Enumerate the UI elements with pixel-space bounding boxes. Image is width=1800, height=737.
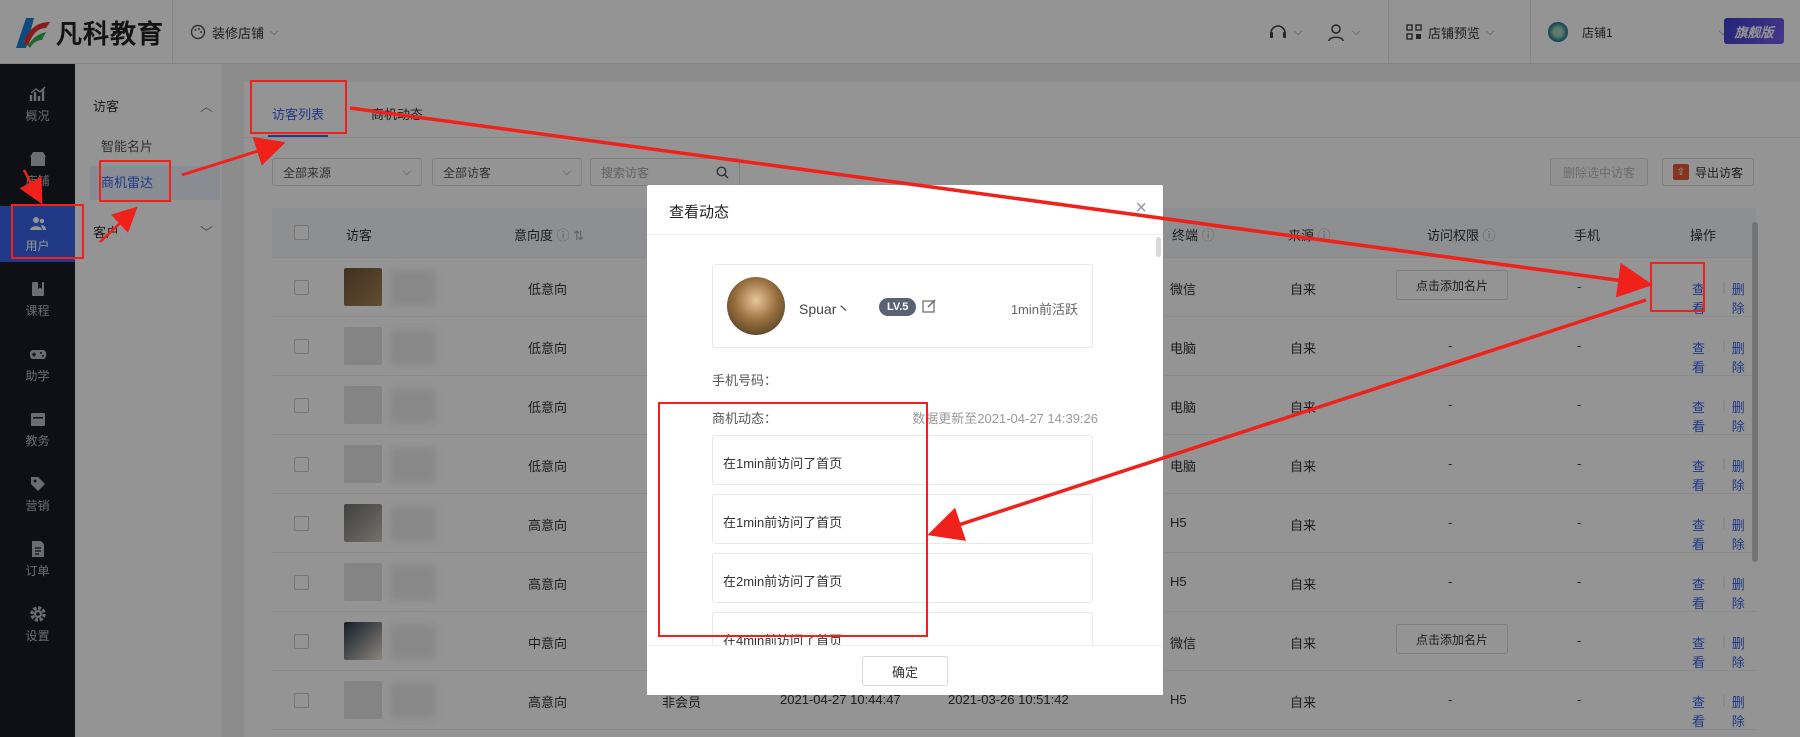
annotation-box-business-radar — [99, 160, 171, 202]
visitor-avatar — [727, 277, 785, 335]
edit-icon[interactable] — [921, 298, 937, 314]
annotation-box-view-link — [1650, 262, 1705, 312]
visitor-name: Spuar丶 — [799, 301, 851, 317]
phone-label: 手机号码： — [712, 373, 778, 388]
close-icon[interactable]: × — [1135, 197, 1147, 220]
level-badge: LV.5 — [879, 298, 917, 316]
modal-title: 查看动态 — [669, 204, 730, 221]
last-active-time: 1min前活跃 — [1010, 302, 1078, 317]
visitor-profile-card: Spuar丶 LV.5 1min前活跃 — [712, 264, 1093, 348]
annotation-box-visitor-tab — [250, 80, 347, 134]
modal-header: 查看动态 × — [647, 185, 1163, 235]
annotation-box-activities — [658, 402, 928, 637]
modal-footer: 确定 — [647, 645, 1163, 695]
confirm-button[interactable]: 确定 — [862, 656, 948, 686]
data-update-time: 数据更新至2021-04-27 14:39:26 — [912, 411, 1098, 426]
annotation-box-users-nav — [11, 204, 84, 259]
modal-scrollbar[interactable] — [1156, 237, 1161, 257]
